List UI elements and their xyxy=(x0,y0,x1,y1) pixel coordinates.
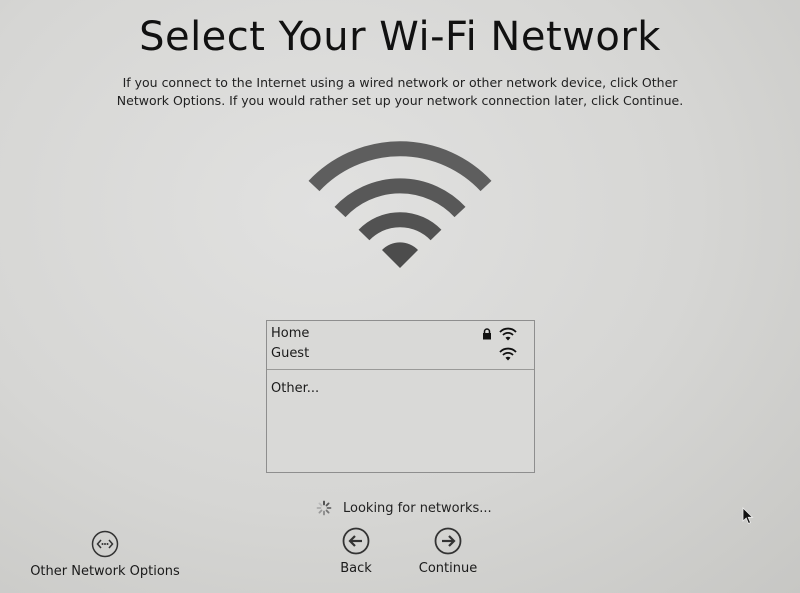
continue-button[interactable]: Continue xyxy=(413,527,483,576)
spinner-icon xyxy=(316,500,332,516)
back-label: Back xyxy=(340,561,372,576)
page-title: Select Your Wi-Fi Network xyxy=(139,14,661,60)
instructions-text: If you connect to the Internet using a w… xyxy=(100,74,700,110)
wifi-signal-icon xyxy=(499,327,517,341)
network-list[interactable]: Home Guest Other... xyxy=(266,320,535,473)
scan-status: Looking for networks... xyxy=(316,498,492,518)
known-networks-group: Home Guest xyxy=(267,321,534,370)
forward-arrow-icon xyxy=(434,527,462,555)
lock-icon xyxy=(483,328,491,340)
instructions-line-2: Network Options. If you would rather set… xyxy=(116,93,684,108)
mouse-pointer-icon xyxy=(742,507,754,525)
network-item-guest[interactable]: Guest xyxy=(267,344,534,364)
instructions-line-1: If you connect to the Internet using a w… xyxy=(122,75,678,90)
network-options-icon xyxy=(91,530,119,558)
network-item-other[interactable]: Other... xyxy=(267,370,534,399)
network-name: Home xyxy=(271,326,310,341)
network-item-home[interactable]: Home xyxy=(267,324,534,344)
status-text: Looking for networks... xyxy=(343,500,492,516)
network-name: Guest xyxy=(271,346,310,361)
wifi-icon xyxy=(308,141,492,268)
continue-label: Continue xyxy=(418,561,478,576)
back-button[interactable]: Back xyxy=(326,527,386,576)
other-network-options-button[interactable]: Other Network Options xyxy=(28,530,182,579)
wifi-signal-icon xyxy=(499,347,517,361)
back-arrow-icon xyxy=(342,527,370,555)
other-network-options-label: Other Network Options xyxy=(30,564,180,579)
